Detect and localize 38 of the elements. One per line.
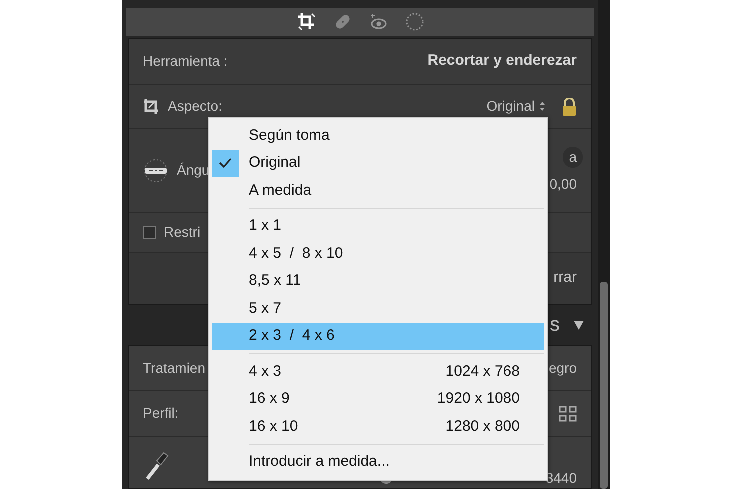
menu-item[interactable]: 5 x 7 [212, 295, 544, 322]
stepper-icon [539, 101, 546, 112]
profile-label: Perfil: [143, 404, 179, 423]
constrain-label: Restri [164, 223, 201, 242]
aspect-label: Aspecto: [168, 97, 222, 116]
crop-aspect-icon [143, 98, 160, 115]
aspect-dropdown[interactable]: Original [486, 96, 535, 117]
angle-label: Ángu [177, 161, 210, 180]
menu-item[interactable]: 4 x 5 / 8 x 10 [212, 240, 544, 268]
menu-item[interactable]: 8,5 x 11 [212, 268, 544, 295]
menu-item[interactable]: 16 x 9 1920 x 1080 [212, 386, 544, 413]
lock-icon[interactable] [562, 98, 577, 116]
menu-item[interactable]: Introducir a medida... [212, 448, 544, 476]
grid-icon[interactable] [559, 406, 577, 422]
collapse-triangle-icon[interactable] [574, 321, 584, 330]
crop-icon[interactable] [297, 12, 317, 32]
dashed-circle-icon[interactable] [405, 12, 425, 32]
tool-name: Recortar y enderezar [428, 51, 577, 72]
checkbox[interactable] [143, 226, 156, 239]
menu-item[interactable]: A medida [212, 177, 544, 204]
section-title: s [550, 313, 560, 338]
checkmark-icon [219, 158, 232, 168]
treatment-label: Tratamien [143, 358, 206, 378]
menu-item[interactable]: 16 x 10 1280 x 800 [212, 413, 544, 440]
temperature-value: 3440 [546, 471, 577, 485]
auto-button[interactable]: a [563, 146, 583, 168]
menu-item[interactable]: Según toma [212, 122, 544, 150]
eye-icon[interactable] [369, 12, 389, 32]
treatment-value[interactable]: egro [548, 358, 577, 378]
scrollbar[interactable] [598, 0, 610, 489]
close-button[interactable]: rrar [554, 267, 577, 290]
angle-value: 0,00 [550, 174, 577, 194]
menu-item[interactable]: 4 x 3 1024 x 768 [212, 358, 544, 386]
menu-item[interactable]: 2 x 3 / 4 x 6 [212, 322, 544, 350]
menu-item[interactable]: Original [212, 150, 544, 177]
tool-label: Herramienta : [143, 52, 228, 71]
level-icon [143, 158, 169, 184]
menu-item[interactable]: 1 x 1 [212, 212, 544, 240]
